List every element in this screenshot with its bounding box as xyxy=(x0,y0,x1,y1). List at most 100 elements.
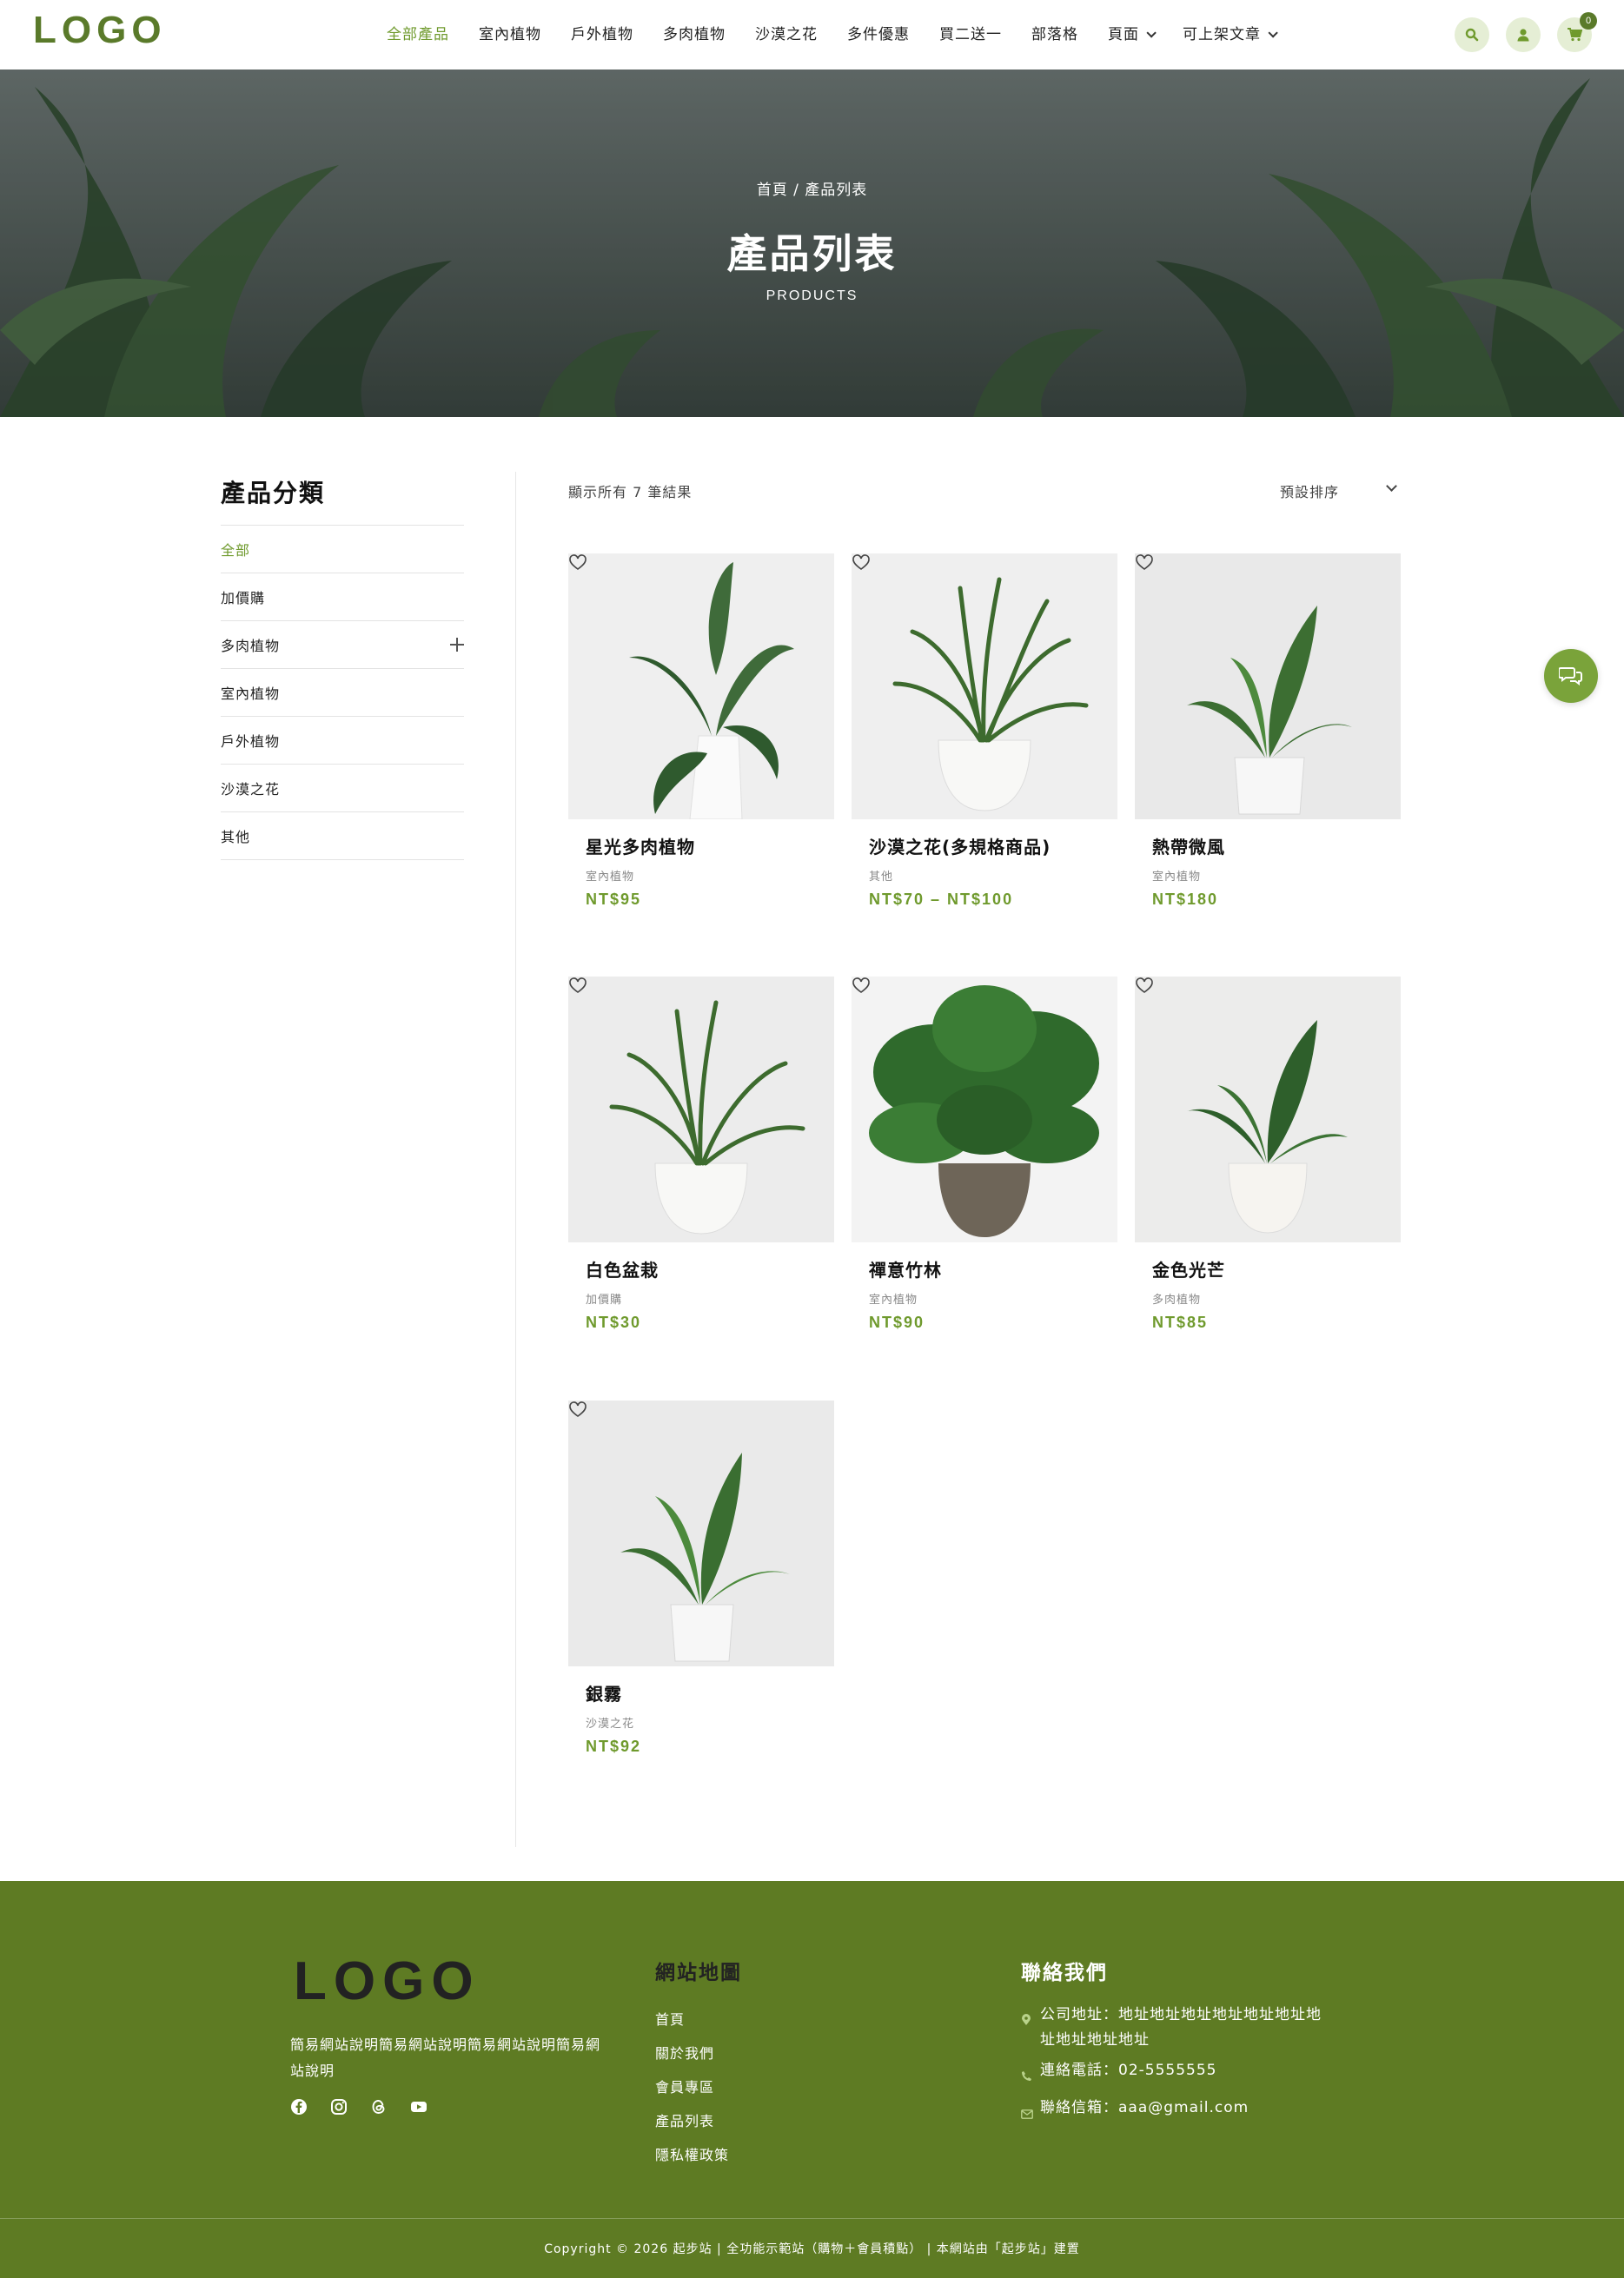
nav-item-buy-two-get-one[interactable]: 買二送一 xyxy=(925,23,1017,47)
footer-link-products[interactable]: 產品列表 xyxy=(655,2104,729,2138)
facebook-icon[interactable] xyxy=(290,2098,308,2116)
product-name[interactable]: 銀霧 xyxy=(586,1680,834,1705)
category-item-indoor[interactable]: 室內植物 xyxy=(221,669,464,717)
product-image[interactable] xyxy=(1135,553,1401,819)
nav-item-articles[interactable]: 可上架文章 xyxy=(1168,23,1289,47)
social-links xyxy=(290,2098,428,2116)
product-category: 室內植物 xyxy=(586,871,635,884)
product-card[interactable]: 星光多肉植物 室內植物 NT$95 xyxy=(568,553,834,909)
threads-icon[interactable] xyxy=(370,2098,388,2116)
category-item-succulent[interactable]: 多肉植物 xyxy=(221,621,464,669)
category-sidebar-title: 產品分類 xyxy=(221,479,326,507)
nav-item-outdoor[interactable]: 戶外植物 xyxy=(556,23,648,47)
category-item-outdoor[interactable]: 戶外植物 xyxy=(221,717,464,765)
product-category: 室內植物 xyxy=(869,1294,918,1307)
footer-divider xyxy=(0,2218,1624,2219)
sort-select[interactable]: 預設排序 xyxy=(1280,480,1339,501)
heart-icon[interactable] xyxy=(568,553,587,573)
heart-icon[interactable] xyxy=(568,977,587,996)
copyright-text: Copyright © 2026 起步站 | 全功能示範站（購物＋會員積點） |… xyxy=(544,2242,1080,2256)
nav-item-pages[interactable]: 頁面 xyxy=(1093,23,1168,47)
nav-item-indoor[interactable]: 室內植物 xyxy=(464,23,556,47)
cart-icon xyxy=(1568,28,1582,42)
footer-link-member[interactable]: 會員專區 xyxy=(655,2070,729,2104)
chat-button[interactable] xyxy=(1544,649,1598,703)
product-card[interactable]: 白色盆栽 加價購 NT$30 xyxy=(568,977,834,1332)
search-icon xyxy=(1465,28,1479,42)
account-button[interactable] xyxy=(1506,17,1541,52)
heart-icon[interactable] xyxy=(852,553,871,573)
product-image[interactable] xyxy=(568,553,834,819)
contact-title: 聯絡我們 xyxy=(1021,1962,1108,1984)
heart-icon[interactable] xyxy=(568,1401,587,1420)
nav-item-all-products[interactable]: 全部產品 xyxy=(372,23,464,47)
footer-link-privacy[interactable]: 隱私權政策 xyxy=(655,2138,729,2172)
breadcrumb[interactable]: 首頁 / 產品列表 xyxy=(0,177,1624,199)
youtube-icon[interactable] xyxy=(410,2098,428,2116)
heart-icon[interactable] xyxy=(852,977,871,996)
product-category: 室內植物 xyxy=(1152,871,1202,884)
footer-description: 簡易網站說明簡易網站說明簡易網站說明簡易網站說明 xyxy=(290,2036,601,2079)
category-list: 全部 加價購 多肉植物 室內植物 戶外植物 沙漠之花 其他 xyxy=(221,525,464,860)
sitemap-links: 首頁 關於我們 會員專區 產品列表 隱私權政策 xyxy=(655,2003,729,2172)
product-card[interactable]: 沙漠之花(多規格商品) 其他 NT$70 – NT$100 xyxy=(852,553,1117,909)
chevron-down-icon xyxy=(1268,28,1278,38)
footer-logo[interactable]: LOGO xyxy=(294,1950,481,2012)
nav-item-succulent[interactable]: 多肉植物 xyxy=(648,23,740,47)
product-image[interactable] xyxy=(852,553,1117,819)
chevron-down-icon xyxy=(1146,28,1157,38)
product-card[interactable]: 銀霧 沙漠之花 NT$92 xyxy=(568,1401,834,1756)
nav-item-blog[interactable]: 部落格 xyxy=(1017,23,1093,47)
site-header: LOGO 全部產品 室內植物 戶外植物 多肉植物 沙漠之花 多件優惠 買二送一 … xyxy=(0,0,1624,70)
product-name[interactable]: 沙漠之花(多規格商品) xyxy=(869,833,1117,858)
product-price: NT$70 – NT$100 xyxy=(869,891,1014,908)
heart-icon[interactable] xyxy=(1135,977,1154,996)
cart-button[interactable]: 0 xyxy=(1557,12,1597,52)
product-price: NT$180 xyxy=(1152,891,1219,908)
expand-plus-icon[interactable] xyxy=(450,638,464,652)
category-item-other[interactable]: 其他 xyxy=(221,812,464,860)
site-logo[interactable]: LOGO xyxy=(33,9,167,52)
footer-link-home[interactable]: 首頁 xyxy=(655,2003,729,2036)
chevron-down-icon[interactable] xyxy=(1386,480,1397,492)
contact-phone[interactable]: 連絡電話：02-5555555 xyxy=(1040,2058,1216,2090)
product-category: 多肉植物 xyxy=(1152,1294,1202,1307)
sitemap-title: 網站地圖 xyxy=(655,1962,742,1984)
contact-address: 公司地址：地址地址地址地址地址地址地址地址地址地址 xyxy=(1040,2006,1322,2049)
category-item-addon[interactable]: 加價購 xyxy=(221,573,464,621)
product-image[interactable] xyxy=(568,1401,834,1666)
page-title: 產品列表 xyxy=(726,230,898,277)
product-category: 其他 xyxy=(869,871,894,884)
product-name[interactable]: 禪意竹林 xyxy=(869,1256,1117,1281)
product-price: NT$92 xyxy=(586,1738,642,1755)
category-item-all[interactable]: 全部 xyxy=(221,526,464,573)
product-image[interactable] xyxy=(1135,977,1401,1242)
product-name[interactable]: 金色光芒 xyxy=(1152,1256,1401,1281)
product-name[interactable]: 熱帶微風 xyxy=(1152,833,1401,858)
category-item-desert-flower[interactable]: 沙漠之花 xyxy=(221,765,464,812)
product-card[interactable]: 金色光芒 多肉植物 NT$85 xyxy=(1135,977,1401,1332)
product-name[interactable]: 星光多肉植物 xyxy=(586,833,834,858)
contact-email[interactable]: 聯絡信箱：aaa@gmail.com xyxy=(1040,2096,1249,2128)
product-price: NT$90 xyxy=(869,1314,925,1331)
main-nav: 全部產品 室內植物 戶外植物 多肉植物 沙漠之花 多件優惠 買二送一 部落格 頁… xyxy=(372,23,1289,47)
product-card[interactable]: 禪意竹林 室內植物 NT$90 xyxy=(852,977,1117,1332)
footer-link-about[interactable]: 關於我們 xyxy=(655,2036,729,2070)
contact-info: 公司地址：地址地址地址地址地址地址地址地址地址地址 連絡電話：02-555555… xyxy=(1021,2003,1334,2133)
search-button[interactable] xyxy=(1455,17,1489,52)
product-category: 加價購 xyxy=(586,1294,623,1307)
nav-item-bundle-deals[interactable]: 多件優惠 xyxy=(832,23,925,47)
product-image[interactable] xyxy=(852,977,1117,1242)
product-card[interactable]: 熱帶微風 室內植物 NT$180 xyxy=(1135,553,1401,909)
mail-icon xyxy=(1021,2096,1040,2128)
result-count: 顯示所有 7 筆結果 xyxy=(568,484,693,500)
product-price: NT$30 xyxy=(586,1314,642,1331)
cart-count-badge: 0 xyxy=(1580,12,1597,30)
instagram-icon[interactable] xyxy=(330,2098,348,2116)
heart-icon[interactable] xyxy=(1135,553,1154,573)
product-image[interactable] xyxy=(568,977,834,1242)
product-name[interactable]: 白色盆栽 xyxy=(586,1256,834,1281)
nav-item-desert-flower[interactable]: 沙漠之花 xyxy=(740,23,832,47)
phone-icon xyxy=(1021,2058,1040,2090)
user-icon xyxy=(1517,29,1529,42)
